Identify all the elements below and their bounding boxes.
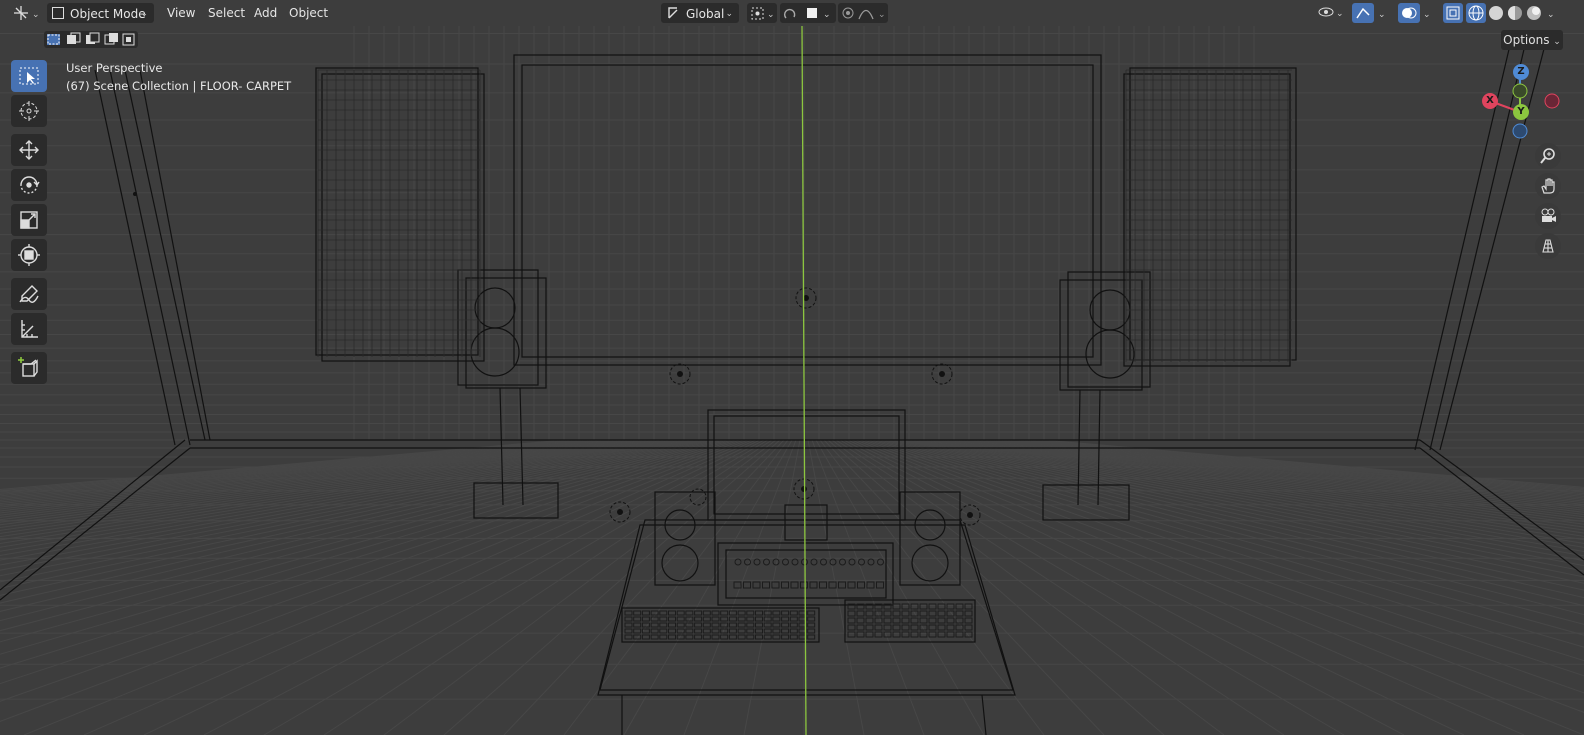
rendered-sphere-icon: [1527, 6, 1541, 20]
overlay-icon: [1402, 7, 1417, 19]
shading-rendered-button[interactable]: [1525, 3, 1543, 23]
chevron-down-icon: ⌄: [140, 9, 148, 19]
gizmo-dropdown[interactable]: ⌄: [1375, 3, 1391, 23]
snap-icon: ⌄: [783, 8, 831, 20]
tool-select-box[interactable]: [11, 60, 47, 92]
solid-sphere-icon: [1489, 6, 1503, 20]
selection-mode-group: [44, 31, 138, 48]
shading-dropdown[interactable]: ⌄: [1544, 3, 1560, 23]
object-mode-icon: [52, 7, 64, 19]
collection-info: (67) Scene Collection | FLOOR- CARPET: [66, 79, 292, 93]
add-cube-icon: [18, 357, 38, 377]
chevron-down-icon: ⌄: [1547, 10, 1555, 20]
tool-measure[interactable]: [11, 313, 47, 345]
3d-viewport[interactable]: [0, 0, 1584, 735]
xray-icon: [1446, 6, 1460, 20]
chevron-down-icon: ⌄: [725, 9, 733, 19]
visibility-button[interactable]: ⌄: [1316, 3, 1348, 23]
select-extend-icon[interactable]: [67, 32, 81, 44]
tool-cursor[interactable]: [11, 95, 47, 127]
select-intersect-icon[interactable]: [122, 33, 135, 46]
tool-add-cube[interactable]: [11, 352, 47, 384]
svg-text:⌄: ⌄: [32, 10, 40, 20]
grid-icon: [1542, 239, 1554, 253]
menu-add[interactable]: Add: [250, 3, 281, 23]
pan-button[interactable]: [1535, 173, 1561, 199]
svg-text:⌄: ⌄: [878, 10, 886, 20]
xray-toggle-button[interactable]: [1443, 3, 1463, 23]
select-difference-icon[interactable]: [104, 33, 118, 45]
camera-view-button[interactable]: [1535, 203, 1561, 229]
material-sphere-icon: [1508, 6, 1522, 20]
scale-icon: [20, 211, 38, 229]
camera-icon: [1541, 208, 1556, 222]
svg-text:⌄: ⌄: [767, 10, 775, 20]
gizmo-icon: [1356, 7, 1370, 19]
orientation-icon: [666, 4, 680, 28]
chevron-down-icon: ⌄: [1553, 37, 1561, 47]
tool-scale[interactable]: [11, 204, 47, 236]
select-subtract-icon[interactable]: [86, 32, 100, 44]
rotate-icon: [20, 176, 40, 194]
overlay-toggle-button[interactable]: [1398, 3, 1420, 23]
wireframe-sphere-icon: [1468, 5, 1484, 21]
select-new-icon[interactable]: [47, 34, 60, 45]
viewport-header: ⌄ Object Mode ⌄ View Select Add Object G…: [0, 0, 1584, 26]
proportional-editing-button[interactable]: ⌄: [838, 3, 888, 23]
gizmo-x-axis[interactable]: X: [1482, 93, 1498, 109]
view-name: User Perspective: [66, 61, 163, 75]
eye-icon: ⌄: [1318, 7, 1344, 19]
editor-type-icon: ⌄: [14, 6, 40, 20]
shading-solid-button[interactable]: [1487, 3, 1505, 23]
mode-label: Object Mode: [70, 7, 146, 21]
chevron-down-icon: ⌄: [1423, 10, 1431, 20]
tool-move[interactable]: [11, 134, 47, 166]
tool-annotate[interactable]: [11, 278, 47, 310]
menu-view[interactable]: View: [163, 3, 199, 23]
measure-icon: [21, 320, 38, 338]
mode-selector[interactable]: Object Mode ⌄: [47, 3, 154, 23]
gizmo-z-axis[interactable]: Z: [1513, 64, 1529, 80]
options-dropdown[interactable]: Options ⌄: [1501, 30, 1563, 50]
shading-material-button[interactable]: [1506, 3, 1524, 23]
tool-rotate[interactable]: [11, 169, 47, 201]
cursor-icon: [19, 101, 39, 121]
orientation-selector[interactable]: Global ⌄: [661, 3, 739, 23]
move-icon: [19, 140, 39, 160]
hand-icon: [1541, 178, 1555, 194]
annotate-icon: [19, 285, 39, 303]
gizmo-y-axis[interactable]: Y: [1513, 104, 1529, 120]
zoom-icon: [1540, 148, 1555, 164]
perspective-toggle-button[interactable]: [1535, 233, 1561, 259]
pivot-icon: ⌄: [751, 7, 775, 20]
menu-select[interactable]: Select: [204, 3, 249, 23]
pivot-point-button[interactable]: ⌄: [747, 3, 777, 23]
snap-group[interactable]: ⌄: [780, 3, 836, 23]
svg-text:⌄: ⌄: [823, 10, 831, 20]
zoom-button[interactable]: [1535, 143, 1561, 169]
editor-type-button[interactable]: ⌄: [8, 3, 42, 23]
proportional-icon: ⌄: [842, 7, 886, 20]
shading-wireframe-button[interactable]: [1466, 3, 1486, 23]
svg-text:⌄: ⌄: [1336, 9, 1344, 19]
transform-icon: [18, 244, 40, 266]
overlay-dropdown[interactable]: ⌄: [1420, 3, 1436, 23]
wireframe-scene: [0, 0, 1584, 735]
options-label: Options: [1503, 33, 1550, 47]
chevron-down-icon: ⌄: [1378, 10, 1386, 20]
menu-object[interactable]: Object: [285, 3, 332, 23]
orientation-label: Global: [686, 7, 725, 21]
tool-transform[interactable]: [11, 239, 47, 271]
gizmo-toggle-button[interactable]: [1352, 3, 1374, 23]
select-box-icon: [19, 67, 39, 85]
